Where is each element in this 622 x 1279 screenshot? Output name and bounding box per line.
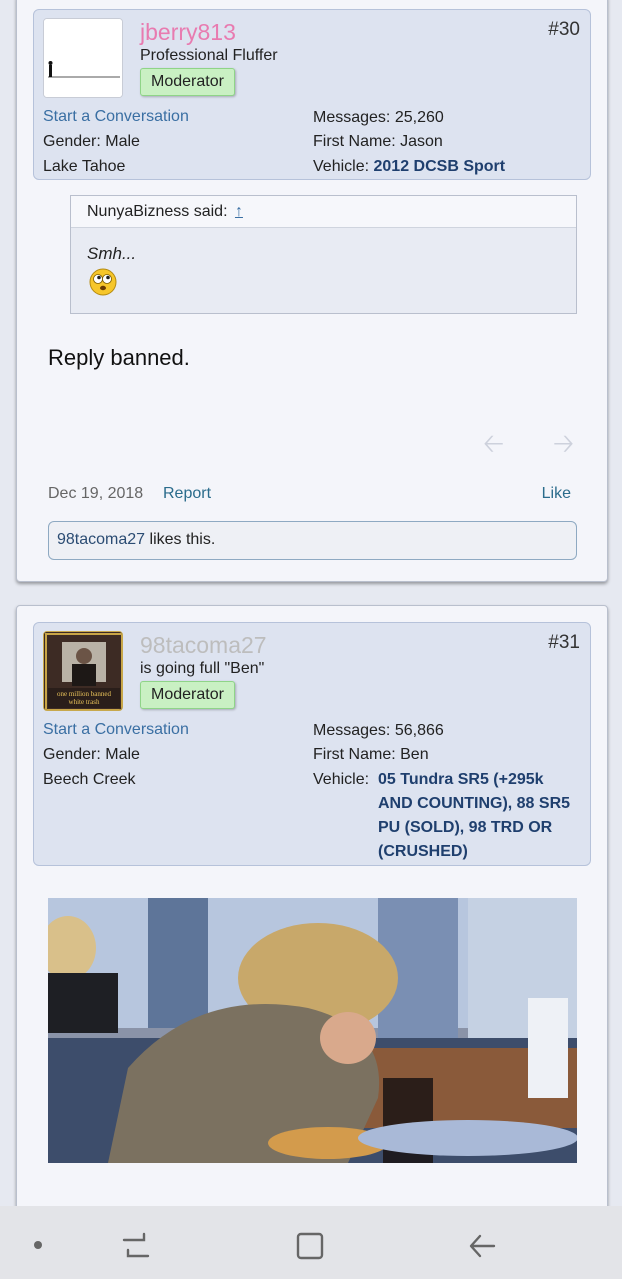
quote-text: Smh... (87, 244, 137, 263)
likes-text: likes this. (145, 531, 216, 548)
vehicle-row: Vehicle: 2012 DCSB Sport (313, 158, 505, 176)
nav-dot-icon[interactable] (32, 1239, 44, 1251)
post-date[interactable]: Dec 19, 2018 (48, 485, 143, 503)
location: Beech Creek (43, 771, 136, 788)
moderator-badge: Moderator (140, 68, 235, 96)
post-30: jberry813 Professional Fluffer Moderator… (16, 0, 608, 582)
messages-label: Messages: (313, 109, 391, 126)
post-gif-image[interactable] (48, 898, 577, 1163)
first-name-row: First Name: Ben (313, 746, 429, 764)
gender-row: Gender: Male (43, 746, 140, 764)
start-conversation-link[interactable]: Start a Conversation (43, 108, 189, 126)
prev-arrow-icon[interactable]: 🡠 (483, 425, 504, 469)
user-title: Professional Fluffer (140, 47, 278, 64)
back-icon[interactable] (466, 1230, 500, 1262)
quote-author: NunyaBizness said: (87, 203, 228, 220)
username[interactable]: jberry813 (140, 19, 236, 46)
gender-value: Male (105, 133, 140, 150)
quote-block: NunyaBizness said: ↑ Smh... (70, 195, 577, 314)
rolling-eyes-smiley-icon (89, 268, 117, 296)
likes-summary: 98tacoma27 likes this. (48, 521, 577, 560)
avatar[interactable] (43, 18, 123, 98)
gender-row: Gender: Male (43, 133, 140, 151)
messages-value: 25,260 (394, 109, 444, 126)
next-arrow-icon[interactable]: 🡢 (553, 425, 574, 469)
recents-icon[interactable] (120, 1230, 152, 1260)
vehicle-link[interactable]: 2012 DCSB Sport (374, 158, 506, 175)
gender-value: Male (105, 746, 140, 763)
home-icon[interactable] (294, 1230, 326, 1262)
first-name-label: First Name: (313, 133, 396, 150)
gender-label: Gender: (43, 746, 101, 763)
vehicle-label: Vehicle: (313, 771, 370, 788)
post-number[interactable]: #31 (548, 632, 580, 654)
first-name-value: Ben (400, 746, 429, 763)
user-info-box: jberry813 Professional Fluffer Moderator… (33, 9, 591, 180)
messages-label: Messages: (313, 722, 391, 739)
svg-text:white trash: white trash (69, 698, 100, 706)
messages-row: Messages: 56,866 (313, 722, 444, 740)
quote-jump-icon[interactable]: ↑ (235, 203, 243, 220)
avatar[interactable]: one million banned white trash (43, 631, 123, 711)
post-message: Reply banned. (48, 345, 190, 370)
start-conversation-link[interactable]: Start a Conversation (43, 721, 189, 739)
user-title: is going full "Ben" (140, 660, 265, 677)
gender-label: Gender: (43, 133, 101, 150)
like-link[interactable]: Like (542, 485, 571, 503)
first-name-label: First Name: (313, 746, 396, 763)
vehicle-label: Vehicle: (313, 158, 370, 175)
report-link[interactable]: Report (163, 485, 211, 503)
system-nav-bar (0, 1206, 622, 1279)
user-info-box: one million banned white trash 98tacoma2… (33, 622, 591, 866)
svg-text:one million banned: one million banned (57, 690, 112, 698)
vehicle-link[interactable]: 05 Tundra SR5 (+295k AND COUNTING), 88 S… (378, 768, 578, 864)
messages-value: 56,866 (394, 722, 444, 739)
post-31: one million banned white trash 98tacoma2… (16, 605, 608, 1245)
first-name-row: First Name: Jason (313, 133, 443, 151)
first-name-value: Jason (400, 133, 443, 150)
messages-row: Messages: 25,260 (313, 109, 444, 127)
moderator-badge: Moderator (140, 681, 235, 709)
quote-header: NunyaBizness said: ↑ (71, 196, 576, 228)
location: Lake Tahoe (43, 158, 126, 175)
post-number[interactable]: #30 (548, 19, 580, 41)
username[interactable]: 98tacoma27 (140, 632, 267, 659)
likes-user-link[interactable]: 98tacoma27 (57, 531, 145, 548)
